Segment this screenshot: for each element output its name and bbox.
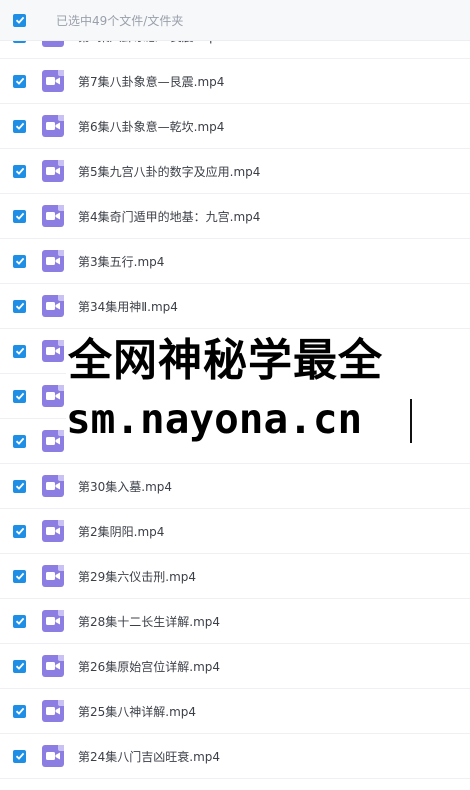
video-file-icon <box>42 115 64 137</box>
camera-icon <box>46 572 60 580</box>
video-file-icon <box>42 520 64 542</box>
file-checkbox[interactable] <box>13 704 26 718</box>
check-icon <box>15 212 24 220</box>
file-checkbox[interactable] <box>13 659 26 673</box>
select-all-checkbox[interactable] <box>13 13 26 27</box>
file-name[interactable]: 第3集五行.mp4 <box>78 253 164 270</box>
check-icon <box>15 662 24 670</box>
file-checkbox[interactable] <box>13 389 26 403</box>
check-icon <box>15 752 24 760</box>
file-name[interactable]: 第4集奇门遁甲的地基：九宫.mp4 <box>78 208 260 225</box>
file-name[interactable]: 第25集八神详解.mp4 <box>78 703 196 720</box>
file-checkbox[interactable] <box>13 164 26 178</box>
file-checkbox[interactable] <box>13 434 26 448</box>
watermark-banner: 全网神秘学最全 sm.nayona.cn <box>66 333 470 453</box>
camera-icon <box>46 707 60 715</box>
file-row[interactable]: 第2集阴阳.mp4 <box>0 509 470 554</box>
file-row[interactable]: 第29集六仪击刑.mp4 <box>0 554 470 599</box>
file-checkbox[interactable] <box>13 524 26 538</box>
check-icon <box>15 167 24 175</box>
file-checkbox[interactable] <box>13 299 26 313</box>
file-checkbox[interactable] <box>13 344 26 358</box>
video-file-icon <box>42 610 64 632</box>
video-file-icon <box>42 295 64 317</box>
selection-count-text: 已选中49个文件/文件夹 <box>56 13 184 28</box>
camera-icon <box>46 437 60 445</box>
video-file-icon <box>42 430 64 452</box>
check-icon <box>15 77 24 85</box>
file-checkbox[interactable] <box>13 749 26 763</box>
file-row[interactable]: 第3集五行.mp4 <box>0 239 470 284</box>
video-file-icon <box>42 565 64 587</box>
file-name[interactable]: 第6集八卦象意—乾坎.mp4 <box>78 118 224 135</box>
video-file-icon <box>42 385 64 407</box>
file-checkbox[interactable] <box>13 74 26 88</box>
camera-icon <box>46 662 60 670</box>
file-row[interactable]: 第28集十二长生详解.mp4 <box>0 599 470 644</box>
file-row[interactable]: 第24集八门吉凶旺衰.mp4 <box>0 734 470 779</box>
check-icon <box>15 707 24 715</box>
file-row[interactable]: 第30集入墓.mp4 <box>0 464 470 509</box>
check-icon <box>15 122 24 130</box>
file-row[interactable]: 第5集九宫八卦的数字及应用.mp4 <box>0 149 470 194</box>
camera-icon <box>46 302 60 310</box>
file-name[interactable]: 第30集入墓.mp4 <box>78 478 172 495</box>
file-list-screen: 已选中49个文件/文件夹 第8集八卦象意—艮震.mp4第7集八卦象意—艮震.mp… <box>0 0 470 790</box>
file-checkbox[interactable] <box>13 479 26 493</box>
watermark-url: sm.nayona.cn <box>66 395 363 443</box>
video-file-icon <box>42 700 64 722</box>
video-file-icon <box>42 205 64 227</box>
check-icon <box>15 572 24 580</box>
file-name[interactable]: 第26集原始宫位详解.mp4 <box>78 658 220 675</box>
check-icon <box>15 392 24 400</box>
video-file-icon <box>42 475 64 497</box>
file-checkbox[interactable] <box>13 119 26 133</box>
camera-icon <box>46 212 60 220</box>
file-row[interactable]: 第6集八卦象意—乾坎.mp4 <box>0 104 470 149</box>
camera-icon <box>46 257 60 265</box>
file-row[interactable]: 第4集奇门遁甲的地基：九宫.mp4 <box>0 194 470 239</box>
camera-icon <box>46 482 60 490</box>
camera-icon <box>46 617 60 625</box>
check-icon <box>15 437 24 445</box>
watermark-title: 全网神秘学最全 <box>68 335 383 386</box>
camera-icon <box>46 122 60 130</box>
file-name[interactable]: 第7集八卦象意—艮震.mp4 <box>78 73 224 90</box>
file-name[interactable]: 第29集六仪击刑.mp4 <box>78 568 196 585</box>
check-icon <box>15 617 24 625</box>
check-icon <box>15 482 24 490</box>
check-icon <box>15 527 24 535</box>
check-icon <box>15 257 24 265</box>
file-row[interactable]: 第7集八卦象意—艮震.mp4 <box>0 59 470 104</box>
camera-icon <box>46 347 60 355</box>
camera-icon <box>46 77 60 85</box>
file-row[interactable]: 第25集八神详解.mp4 <box>0 689 470 734</box>
file-checkbox[interactable] <box>13 614 26 628</box>
selection-header: 已选中49个文件/文件夹 <box>0 0 470 41</box>
video-file-icon <box>42 340 64 362</box>
video-file-icon <box>42 250 64 272</box>
file-checkbox[interactable] <box>13 569 26 583</box>
check-icon <box>15 347 24 355</box>
camera-icon <box>46 167 60 175</box>
camera-icon <box>46 392 60 400</box>
file-checkbox[interactable] <box>13 254 26 268</box>
camera-icon <box>46 527 60 535</box>
file-row[interactable]: 第34集用神Ⅱ.mp4 <box>0 284 470 329</box>
file-name[interactable]: 第34集用神Ⅱ.mp4 <box>78 298 178 315</box>
video-file-icon <box>42 70 64 92</box>
file-name[interactable]: 第2集阴阳.mp4 <box>78 523 164 540</box>
check-icon <box>15 302 24 310</box>
text-cursor <box>410 399 412 443</box>
video-file-icon <box>42 655 64 677</box>
video-file-icon <box>42 160 64 182</box>
file-name[interactable]: 第24集八门吉凶旺衰.mp4 <box>78 748 220 765</box>
file-name[interactable]: 第28集十二长生详解.mp4 <box>78 613 220 630</box>
video-file-icon <box>42 745 64 767</box>
file-checkbox[interactable] <box>13 209 26 223</box>
file-row[interactable]: 第26集原始宫位详解.mp4 <box>0 644 470 689</box>
check-icon <box>15 16 24 24</box>
camera-icon <box>46 752 60 760</box>
file-name[interactable]: 第5集九宫八卦的数字及应用.mp4 <box>78 163 260 180</box>
